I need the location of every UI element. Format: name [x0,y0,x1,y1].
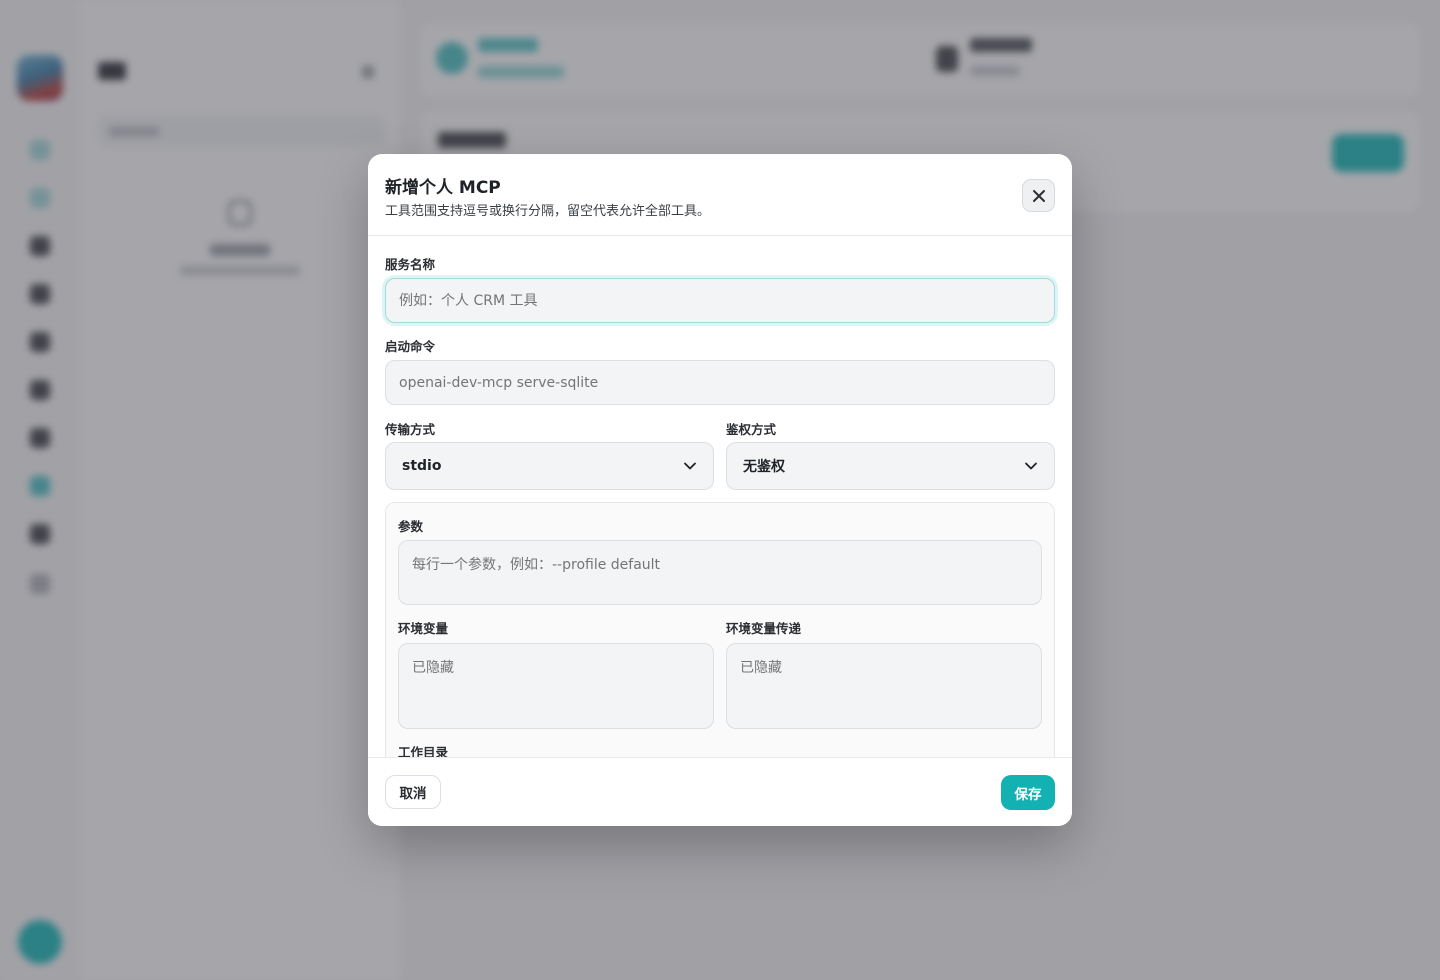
chevron-down-icon [1025,462,1037,470]
transport-select[interactable]: stdio [385,442,714,490]
advanced-options-box: 参数 环境变量 环境变量传递 工作目录 [385,502,1055,757]
dialog-footer: 取消 保存 [368,757,1072,826]
args-label: 参数 [398,519,424,534]
dialog-subtitle: 工具范围支持逗号或换行分隔，留空代表允许全部工具。 [385,204,711,219]
cancel-button[interactable]: 取消 [385,775,441,809]
close-button[interactable] [1022,179,1055,212]
transport-label: 传输方式 [385,422,436,437]
env-textarea[interactable] [398,643,714,729]
close-icon [1032,189,1045,202]
auth-select[interactable]: 无鉴权 [726,442,1055,490]
command-label: 启动命令 [385,339,436,354]
dialog-body: 服务名称 启动命令 传输方式 stdio 鉴权方式 无鉴权 参数 环境变量 环境… [368,237,1072,757]
add-mcp-dialog: 新增个人 MCP 工具范围支持逗号或换行分隔，留空代表允许全部工具。 服务名称 … [368,154,1072,826]
dialog-header: 新增个人 MCP 工具范围支持逗号或换行分隔，留空代表允许全部工具。 [368,154,1072,236]
auth-label: 鉴权方式 [726,422,777,437]
chevron-down-icon [684,462,696,470]
env-passthrough-textarea[interactable] [726,643,1042,729]
service-name-input[interactable] [385,278,1055,323]
env-passthrough-label: 环境变量传递 [726,621,802,636]
auth-value: 无鉴权 [743,459,785,475]
workdir-label: 工作目录 [398,745,449,757]
save-button[interactable]: 保存 [1001,775,1055,810]
args-textarea[interactable] [398,540,1042,605]
transport-value: stdio [402,458,442,474]
command-input[interactable] [385,360,1055,405]
service-name-label: 服务名称 [385,257,436,272]
dialog-title: 新增个人 MCP [385,178,501,198]
env-label: 环境变量 [398,621,449,636]
